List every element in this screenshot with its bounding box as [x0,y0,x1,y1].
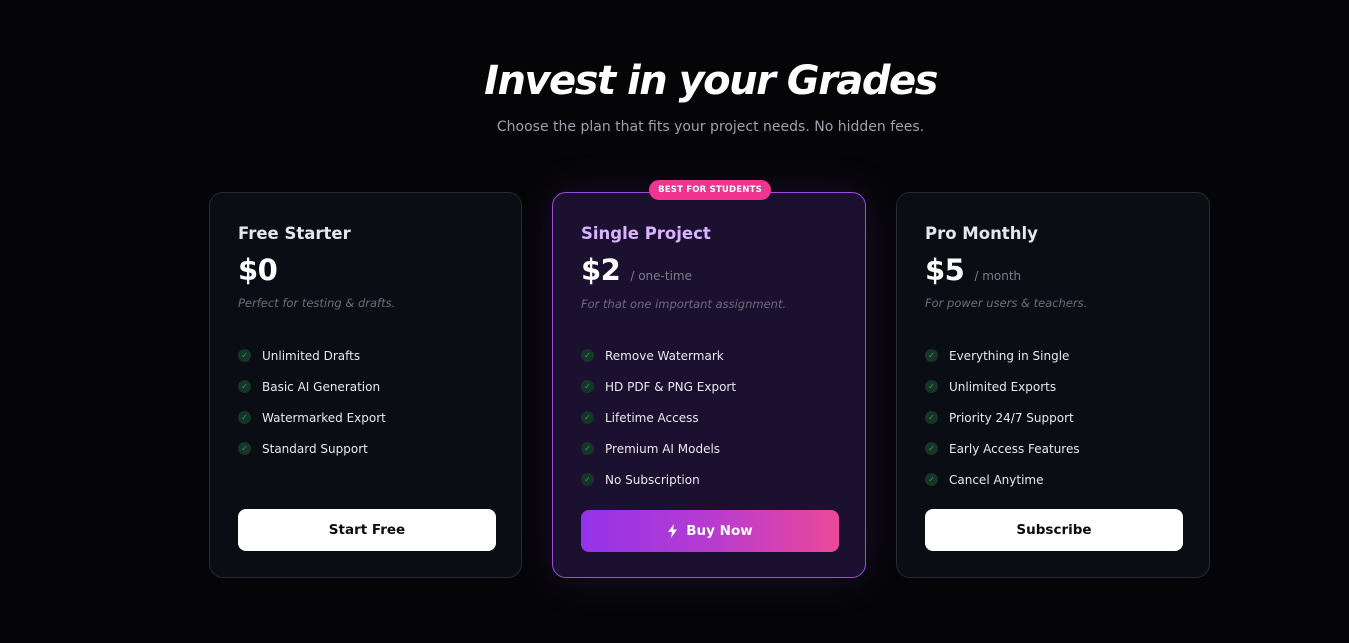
check-icon: ✓ [925,473,938,486]
check-icon: ✓ [238,411,251,424]
plan-card-free-starter: Free Starter $0 Perfect for testing & dr… [209,192,522,578]
plan-name: Pro Monthly [925,224,1038,243]
feature-item: ✓ Premium AI Models [581,433,736,464]
check-icon: ✓ [581,380,594,393]
buy-now-button[interactable]: Buy Now [581,510,839,552]
feature-text: Standard Support [262,441,368,456]
plan-description: Perfect for testing & drafts. [238,296,396,310]
feature-item: ✓ Early Access Features [925,433,1080,464]
check-icon: ✓ [238,442,251,455]
price-row: $0 [238,253,278,287]
feature-text: Remove Watermark [605,348,724,363]
price-row: $5 / month [925,253,1021,287]
price-period: / month [974,269,1022,283]
feature-item: ✓ Cancel Anytime [925,464,1080,495]
feature-list: ✓ Unlimited Drafts ✓ Basic AI Generation ✓… [238,340,386,464]
plan-card-pro-monthly: Pro Monthly $5 / month For power users &… [896,192,1210,578]
feature-text: Premium AI Models [605,441,721,456]
check-icon: ✓ [581,411,594,424]
check-icon: ✓ [581,349,594,362]
check-icon: ✓ [925,380,938,393]
subscribe-button[interactable]: Subscribe [925,509,1183,551]
price-period: / one-time [630,269,692,283]
feature-text: Cancel Anytime [949,472,1044,487]
feature-list: ✓ Everything in Single ✓ Unlimited Exports… [925,340,1080,495]
page-title: Invest in your Grades [484,58,938,104]
feature-text: Early Access Features [949,441,1080,456]
plan-description: For power users & teachers. [925,296,1088,310]
feature-item: ✓ No Subscription [581,464,736,495]
plan-price: $0 [238,253,278,287]
feature-text: Basic AI Generation [262,379,381,394]
feature-text: Watermarked Export [262,410,386,425]
feature-item: ✓ Remove Watermark [581,340,736,371]
feature-text: Priority 24/7 Support [949,410,1074,425]
plan-price: $5 [925,253,965,287]
feature-text: HD PDF & PNG Export [605,379,737,394]
check-icon: ✓ [581,442,594,455]
feature-text: Unlimited Drafts [262,348,361,363]
lightning-bolt-icon [667,524,678,538]
check-icon: ✓ [925,442,938,455]
button-label: Buy Now [686,523,753,539]
feature-item: ✓ Everything in Single [925,340,1080,371]
plan-description: For that one important assignment. [581,297,787,311]
feature-item: ✓ Priority 24/7 Support [925,402,1080,433]
feature-item: ✓ Unlimited Exports [925,371,1080,402]
feature-item: ✓ Basic AI Generation [238,371,386,402]
check-icon: ✓ [925,411,938,424]
feature-text: Lifetime Access [605,410,699,425]
plan-card-single-project: BEST FOR STUDENTS Single Project $2 / on… [552,180,866,578]
button-label: Start Free [328,522,406,538]
pricing-page: Invest in your Grades Choose the plan th… [0,0,1349,643]
check-icon: ✓ [581,473,594,486]
feature-item: ✓ Standard Support [238,433,386,464]
plan-name: Free Starter [238,224,351,243]
page-subtitle: Choose the plan that fits your project n… [496,119,925,135]
check-icon: ✓ [238,349,251,362]
feature-text: Everything in Single [949,348,1070,363]
start-free-button[interactable]: Start Free [238,509,496,551]
plan-price: $2 [581,253,621,287]
best-for-students-badge: BEST FOR STUDENTS [649,180,771,200]
plan-name: Single Project [581,224,711,243]
feature-item: ✓ HD PDF & PNG Export [581,371,736,402]
feature-item: ✓ Lifetime Access [581,402,736,433]
feature-list: ✓ Remove Watermark ✓ HD PDF & PNG Export ✓… [581,340,736,495]
check-icon: ✓ [238,380,251,393]
check-icon: ✓ [925,349,938,362]
price-row: $2 / one-time [581,253,692,287]
button-label: Subscribe [1016,522,1092,538]
feature-item: ✓ Watermarked Export [238,402,386,433]
feature-text: Unlimited Exports [949,379,1057,394]
feature-text: No Subscription [605,472,700,487]
feature-item: ✓ Unlimited Drafts [238,340,386,371]
